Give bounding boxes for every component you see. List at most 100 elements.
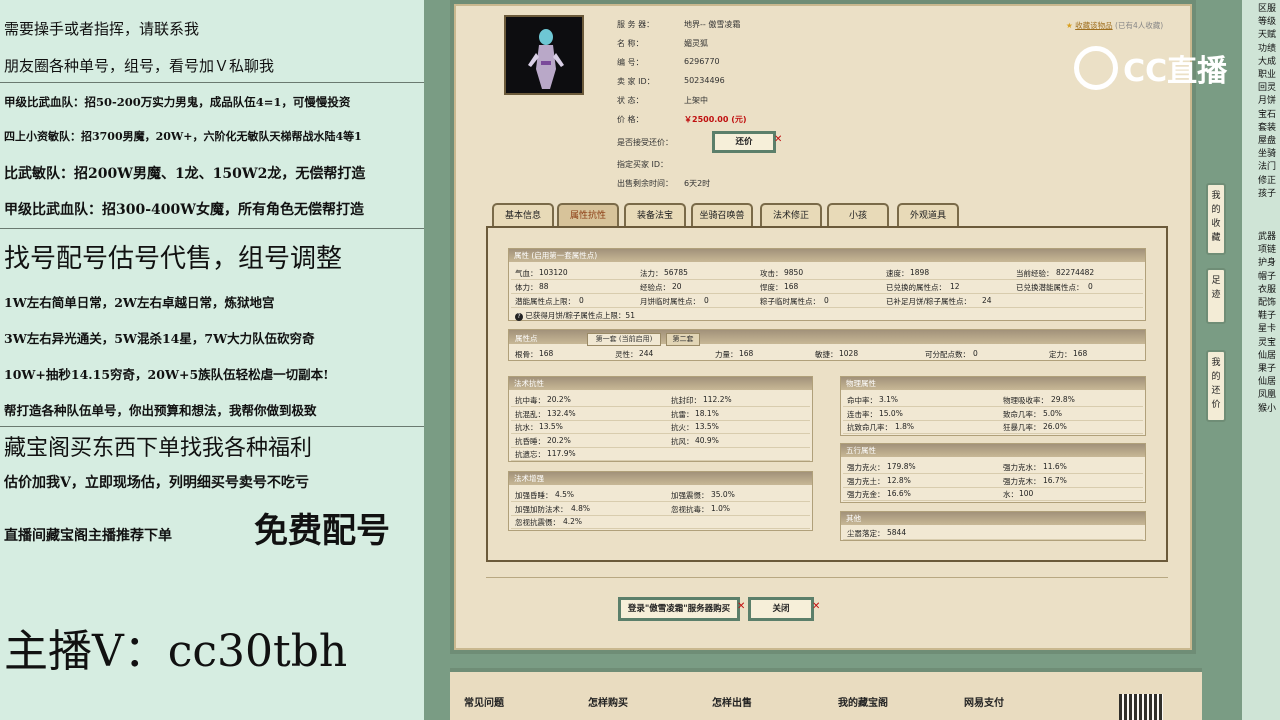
tab-equipment[interactable]: 装备法宝 (624, 203, 686, 227)
stat-value: 5.0% (1043, 408, 1063, 418)
bargain-button[interactable]: 还价 (712, 131, 776, 153)
points-label: 灵性： (615, 350, 638, 359)
row-divider (843, 419, 1143, 421)
stat-value: 112.2% (703, 395, 732, 404)
footer-how-sell[interactable]: 怎样出售 (712, 694, 752, 709)
stat-value: 117.9% (547, 449, 576, 458)
filter-item[interactable]: 天赋 (1258, 27, 1276, 40)
field-value: 6296770 (684, 57, 720, 66)
favorite-link[interactable]: ★ 收藏该物品 (已有4人收藏) (1066, 20, 1163, 31)
stat-value: 1.0% (711, 503, 731, 513)
footer-my-cbg[interactable]: 我的藏宝阁 (838, 694, 888, 709)
filter-item[interactable]: 凤凰 (1258, 387, 1276, 400)
stat-label: 加强加防法术： (515, 504, 568, 514)
my-favorites-button[interactable]: 我的收藏 (1206, 183, 1226, 255)
filter-item[interactable]: 宝石 (1258, 107, 1276, 120)
filter-item[interactable]: 区服 (1258, 1, 1276, 14)
row-divider (843, 539, 1143, 540)
trade-window: ★ 收藏该物品 (已有4人收藏) 服 务 器： 地界-- 傲雪凌霜名 称： 媚灵狐编… (424, 0, 1242, 720)
points-value: 1028 (839, 349, 859, 358)
filter-item[interactable]: 孩子 (1258, 186, 1276, 199)
row-divider (511, 293, 1143, 294)
filter-item[interactable]: 职业 (1258, 67, 1276, 80)
row-divider (843, 486, 1143, 488)
filter-item[interactable]: 回灵 (1258, 80, 1276, 93)
close-button[interactable]: 关闭 (748, 597, 814, 621)
tab-child[interactable]: 小孩 (827, 203, 889, 227)
overlay-free-text: 免费配号 (254, 511, 390, 551)
filter-item[interactable]: 大成 (1258, 54, 1276, 67)
attr-value: 0 (704, 296, 709, 305)
stat-value: 35.0% (711, 490, 735, 499)
stat-label: 强力克木： (1003, 476, 1041, 486)
filter-item[interactable]: 鞋子 (1258, 308, 1276, 321)
my-bargain-button[interactable]: 我的还价 (1206, 350, 1226, 422)
points-tab-1[interactable]: 第一套 (当前启用) (587, 333, 661, 346)
attr-label: 已兑换的属性点： (886, 283, 946, 292)
tab-pets[interactable]: 坐骑召唤兽 (691, 203, 753, 227)
field-label: 卖 家 ID： (617, 77, 655, 86)
filter-item[interactable]: 护身 (1258, 255, 1276, 268)
row-divider (843, 500, 1143, 501)
filter-item[interactable]: 功绩 (1258, 41, 1276, 54)
footprint-button[interactable]: 足迹 (1206, 268, 1226, 324)
tab-attributes[interactable]: 属性抗性 (557, 203, 619, 227)
filter-item[interactable]: 法门 (1258, 159, 1276, 172)
points-tab-2[interactable]: 第二套 (666, 333, 700, 346)
character-portrait (504, 15, 584, 95)
overlay-line: 甲级比武血队：招50-200万实力男鬼，成品队伍4=1，可慢慢投资 (4, 95, 351, 109)
filter-item[interactable]: 星卡 (1258, 321, 1276, 334)
footer-how-buy[interactable]: 怎样购买 (588, 694, 628, 709)
filter-item[interactable]: 猴小 (1258, 401, 1276, 414)
filter-item[interactable]: 仙居 (1258, 374, 1276, 387)
stat-label: 狂暴几率： (1003, 423, 1041, 432)
stat-label: 抗遗忘： (515, 450, 545, 459)
filter-item[interactable]: 衣服 (1258, 282, 1276, 295)
tab-appearance[interactable]: 外观道具 (897, 203, 959, 227)
overlay-headline: 藏宝阁买东西下单找我各种福利 (4, 436, 313, 461)
filter-item[interactable]: 配饰 (1258, 295, 1276, 308)
filter-item[interactable]: 坐骑 (1258, 146, 1276, 159)
star-icon: ★ (1066, 21, 1073, 30)
filter-item[interactable]: 月饼 (1258, 93, 1276, 106)
physical-panel: 物理属性 命中率： 3.1% 物理吸收率： 29.8% 连击率： 15.0% 致命几率： 5.… (840, 376, 1146, 436)
footer-faq[interactable]: 常见问题 (464, 694, 504, 709)
stat-value: 16.6% (887, 489, 911, 498)
stat-label: 致命几率： (1003, 409, 1041, 419)
right-filter-strip: 区服 等级 天赋 功绩 大成 职业 回灵 月饼 宝石 套装 屋盘 坐骑 法门 修正 孩子武器 项链 护身 帽子 衣服… (1242, 0, 1280, 720)
filter-item[interactable]: 屋盘 (1258, 133, 1276, 146)
points-value: 168 (1073, 349, 1088, 358)
elements-title: 五行属性 (841, 444, 1145, 457)
attr-label: 已兑换潜能属性点： (1016, 283, 1084, 292)
stat-label: 抗火： (671, 423, 694, 432)
bargain-label: 是否接受还价： (617, 138, 673, 147)
filter-item[interactable]: 等级 (1258, 14, 1276, 27)
points-value: 0 (973, 349, 978, 358)
spell-boost-title: 法术增强 (509, 472, 812, 485)
field-label: 价 格： (617, 115, 644, 124)
filter-item[interactable]: 仙居 (1258, 348, 1276, 361)
footer-netease-pay[interactable]: 网易支付 (964, 694, 1004, 709)
filter-item[interactable]: 帽子 (1258, 269, 1276, 282)
stat-label: 忽视抗毒： (671, 504, 709, 514)
filter-item[interactable]: 套装 (1258, 120, 1276, 133)
login-buy-button[interactable]: 登录"傲雪凌霜"服务器购买 (618, 597, 740, 621)
filter-item[interactable]: 修正 (1258, 173, 1276, 186)
attr-value: 56785 (664, 268, 688, 277)
mooncake-cap: ? 已获得月饼/粽子属性点上限：51 (515, 310, 635, 321)
filter-item[interactable]: 灵宝 (1258, 335, 1276, 348)
filter-item[interactable]: 果子 (1258, 361, 1276, 374)
filter-item[interactable]: 武器 (1258, 229, 1276, 242)
tab-basic[interactable]: 基本信息 (492, 203, 554, 227)
field-value: 50234496 (684, 76, 725, 85)
close-icon: ✕ (737, 601, 746, 612)
stat-label: 抗中毒： (515, 396, 545, 405)
attributes-title: 属性 (启用第一套属性点) (509, 249, 1145, 262)
tab-spell-correction[interactable]: 法术修正 (760, 203, 822, 227)
stat-value: 29.8% (1051, 395, 1075, 404)
field-value: 上架中 (684, 96, 708, 105)
attr-value: 168 (784, 282, 799, 291)
stat-value: 4.5% (555, 490, 575, 499)
stat-label: 尘嚣落定： (847, 529, 885, 538)
filter-item[interactable]: 项链 (1258, 242, 1276, 255)
